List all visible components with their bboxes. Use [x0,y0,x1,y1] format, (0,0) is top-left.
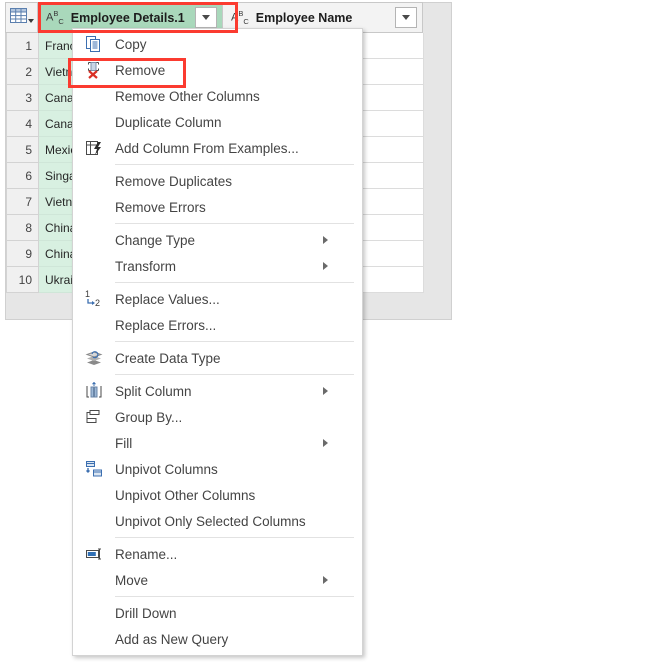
menu-item-label: Create Data Type [115,350,221,366]
add-column-icon [73,139,115,157]
menu-item-group-by[interactable]: Group By... [73,404,362,430]
row-number[interactable]: 4 [6,111,39,137]
menu-item-remove[interactable]: Remove [73,57,362,83]
column-header-label: Employee Name [255,10,353,25]
menu-item-label: Change Type [115,232,196,248]
menu-item-label: Add as New Query [115,631,229,647]
menu-item-unpivot-only-selected-columns[interactable]: Unpivot Only Selected Columns [73,508,362,534]
replace-values-icon: 12 [73,290,115,308]
rename-icon [73,545,115,563]
menu-item-label: Remove [115,62,166,78]
remove-column-icon [73,61,115,79]
submenu-chevron-right-icon [323,387,350,395]
menu-item-label: Remove Duplicates [115,173,233,189]
menu-item-unpivot-other-columns[interactable]: Unpivot Other Columns [73,482,362,508]
table-icon [9,7,27,28]
menu-separator [115,282,354,283]
menu-item-unpivot-columns[interactable]: Unpivot Columns [73,456,362,482]
menu-item-replace-errors[interactable]: Replace Errors... [73,312,362,338]
menu-item-label: Add Column From Examples... [115,140,299,156]
submenu-chevron-right-icon [323,576,350,584]
chevron-down-icon [402,15,410,20]
row-number[interactable]: 6 [6,163,39,189]
column-filter-dropdown-employee-name[interactable] [395,7,417,28]
menu-item-transform[interactable]: Transform [73,253,362,279]
menu-item-add-as-new-query[interactable]: Add as New Query [73,626,362,652]
menu-item-label: Replace Values... [115,291,220,307]
row-number[interactable]: 2 [6,59,39,85]
menu-item-move[interactable]: Move [73,567,362,593]
unpivot-icon [73,460,115,478]
menu-item-remove-duplicates[interactable]: Remove Duplicates [73,168,362,194]
column-context-menu: Copy Remove Remove Other Columns Duplicate … [72,28,363,656]
chevron-down-icon [27,18,34,23]
row-number[interactable]: 8 [6,215,39,241]
menu-item-create-data-type[interactable]: Create Data Type [73,345,362,371]
menu-item-copy[interactable]: Copy [73,31,362,57]
menu-item-label: Replace Errors... [115,317,217,333]
menu-item-change-type[interactable]: Change Type [73,227,362,253]
menu-item-label: Rename... [115,546,178,562]
svg-text:1: 1 [85,290,90,299]
menu-separator [115,223,354,224]
menu-item-label: Remove Other Columns [115,88,260,104]
row-number[interactable]: 9 [6,241,39,267]
submenu-chevron-right-icon [323,236,350,244]
chevron-down-icon [202,15,210,20]
column-header-label: Employee Details.1 [70,10,185,25]
data-type-icon [73,349,115,367]
abc-text-type-icon: ABC [231,9,249,26]
menu-item-label: Fill [115,435,133,451]
menu-separator [115,341,354,342]
menu-item-rename[interactable]: Rename... [73,541,362,567]
menu-item-drill-down[interactable]: Drill Down [73,600,362,626]
row-number[interactable]: 1 [6,33,39,59]
svg-text:2: 2 [95,298,100,308]
menu-item-label: Duplicate Column [115,114,222,130]
menu-item-replace-values[interactable]: 1 2 Replace Values... [73,286,362,312]
column-filter-dropdown-employee-details-1[interactable] [195,7,217,28]
menu-item-label: Transform [115,258,177,274]
menu-item-label: Copy [115,36,147,52]
row-number[interactable]: 3 [6,85,39,111]
row-number[interactable]: 7 [6,189,39,215]
abc-text-type-icon: ABC [46,9,64,26]
menu-item-remove-other-columns[interactable]: Remove Other Columns [73,83,362,109]
menu-item-label: Drill Down [115,605,177,621]
menu-item-label: Group By... [115,409,183,425]
menu-item-label: Remove Errors [115,199,206,215]
menu-item-remove-errors[interactable]: Remove Errors [73,194,362,220]
menu-item-label: Unpivot Other Columns [115,487,256,503]
menu-item-label: Split Column [115,383,192,399]
submenu-chevron-right-icon [323,439,350,447]
menu-item-label: Move [115,572,149,588]
menu-item-duplicate-column[interactable]: Duplicate Column [73,109,362,135]
menu-separator [115,537,354,538]
select-all-corner-button[interactable] [5,2,38,33]
row-number[interactable]: 10 [6,267,39,293]
split-column-icon [73,382,115,400]
menu-separator [115,596,354,597]
menu-separator [115,164,354,165]
menu-item-add-column-from-examples[interactable]: Add Column From Examples... [73,135,362,161]
row-number[interactable]: 5 [6,137,39,163]
menu-item-label: Unpivot Only Selected Columns [115,513,306,529]
menu-item-split-column[interactable]: Split Column [73,378,362,404]
menu-item-label: Unpivot Columns [115,461,218,477]
submenu-chevron-right-icon [323,262,350,270]
group-by-icon [73,408,115,426]
menu-separator [115,374,354,375]
copy-icon [73,35,115,53]
menu-item-fill[interactable]: Fill [73,430,362,456]
